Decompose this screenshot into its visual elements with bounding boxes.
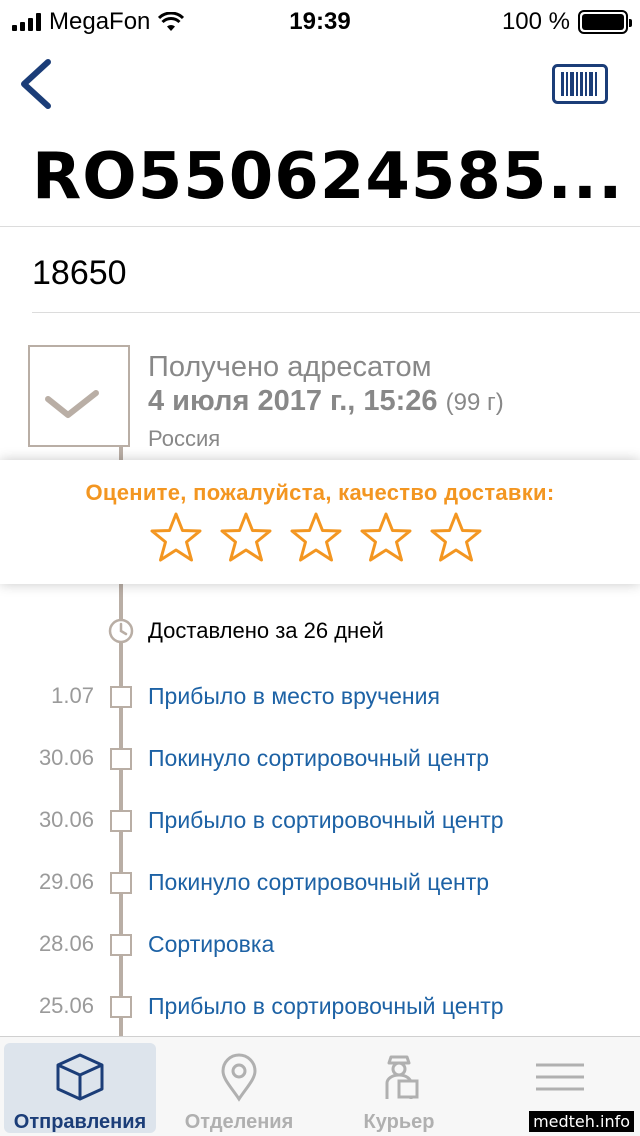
rating-stars (148, 510, 484, 566)
event-text[interactable]: Прибыло в сортировочный центр (148, 807, 504, 834)
star-icon[interactable] (148, 510, 204, 566)
tab-offices[interactable]: Отделения (163, 1043, 315, 1133)
event-row[interactable]: 28.06 Сортировка (0, 931, 640, 961)
clock-icon (108, 618, 134, 644)
menu-icon (536, 1063, 584, 1091)
checkmark-icon (45, 390, 99, 418)
event-row[interactable]: 30.06 Покинуло сортировочный центр (0, 745, 640, 775)
event-marker (110, 686, 132, 708)
star-icon[interactable] (218, 510, 274, 566)
event-date: 30.06 (38, 807, 94, 832)
event-row[interactable]: 29.06 Покинуло сортировочный центр (0, 869, 640, 899)
event-row[interactable]: 30.06 Прибыло в сортировочный центр (0, 807, 640, 837)
tab-shipments[interactable]: Отправления (4, 1043, 156, 1133)
courier-icon (385, 1055, 419, 1099)
star-icon[interactable] (428, 510, 484, 566)
event-date: 30.06 (38, 745, 94, 770)
event-date: 29.06 (38, 869, 94, 894)
location-pin-icon (221, 1053, 257, 1102)
tab-label: Курьер (363, 1111, 435, 1133)
box-icon (56, 1053, 104, 1101)
event-marker (110, 934, 132, 956)
event-date: 28.06 (38, 931, 94, 956)
event-marker (110, 872, 132, 894)
status-country: Россия (148, 426, 221, 451)
status-right: 100 % (501, 8, 632, 36)
rating-prompt: Оцените, пожалуйста, качество доставки: (85, 480, 555, 505)
tab-courier[interactable]: Курьер (323, 1043, 475, 1133)
event-text[interactable]: Прибыло в место вручения (148, 683, 440, 710)
watermark: medteh.info (529, 1111, 634, 1132)
status-date: 4 июля 2017 г., 15:26 (99 г) (148, 384, 504, 420)
status-datetime: 4 июля 2017 г., 15:26 (148, 385, 438, 417)
status-checkbox (28, 345, 130, 447)
battery-icon (578, 10, 632, 34)
event-text[interactable]: Покинуло сортировочный центр (148, 869, 489, 896)
status-bar: MegaFon 19:39 100 % (0, 0, 640, 40)
event-date: 1.07 (51, 683, 94, 708)
parcel-weight: (99 г) (445, 389, 504, 416)
event-marker (110, 748, 132, 770)
event-marker (110, 810, 132, 832)
event-text[interactable]: Сортировка (148, 931, 274, 958)
tab-label: Отделения (184, 1111, 294, 1133)
delivered-duration: Доставлено за 26 дней (148, 618, 384, 643)
star-icon[interactable] (358, 510, 414, 566)
divider (32, 312, 640, 313)
tracking-number: RO550624585... (32, 140, 624, 214)
star-icon[interactable] (288, 510, 344, 566)
rating-card: Оцените, пожалуйста, качество доставки: (0, 460, 640, 584)
delivered-row: Доставлено за 26 дней (108, 616, 384, 646)
battery-percent: 100 % (501, 8, 570, 35)
status-title: Получено адресатом (148, 351, 432, 383)
tab-label: Отправления (13, 1111, 147, 1133)
divider (0, 226, 640, 227)
event-text[interactable]: Покинуло сортировочный центр (148, 745, 489, 772)
event-date: 25.06 (38, 993, 94, 1018)
event-marker (110, 996, 132, 1018)
current-status: Получено адресатом 4 июля 2017 г., 15:26… (148, 350, 504, 456)
barcode-scan-icon[interactable] (552, 64, 608, 104)
event-text[interactable]: Прибыло в сортировочный центр (148, 993, 504, 1020)
event-row[interactable]: 25.06 Прибыло в сортировочный центр (0, 993, 640, 1023)
event-row[interactable]: 1.07 Прибыло в место вручения (0, 683, 640, 713)
back-chevron-icon[interactable] (10, 56, 60, 112)
postal-index: 18650 (32, 254, 127, 292)
